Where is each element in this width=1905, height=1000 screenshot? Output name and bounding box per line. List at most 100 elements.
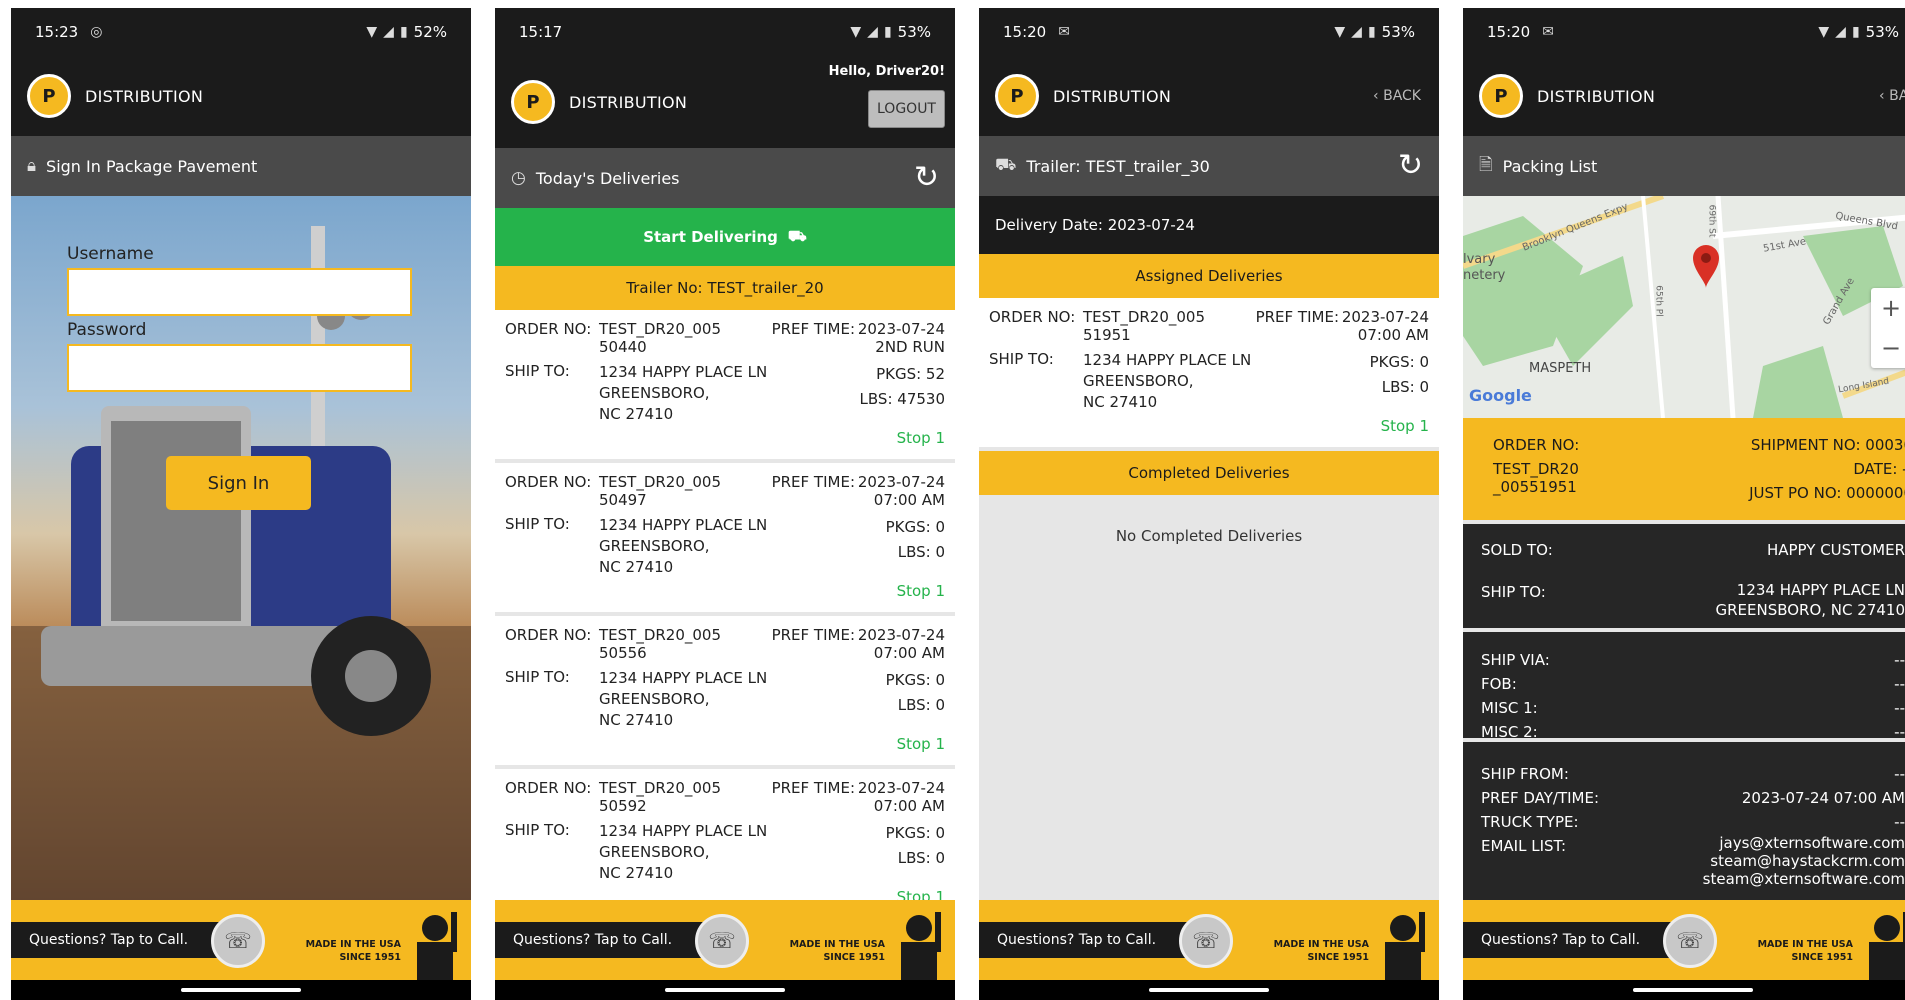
home-handle[interactable] bbox=[1149, 988, 1269, 992]
shipping-details-block: SHIP VIA: -- FOB: -- MISC 1: -- MISC 2: -- bbox=[1463, 632, 1905, 741]
ship-from-label: SHIP FROM: bbox=[1481, 765, 1569, 783]
ship-to-value: 1234 HAPPY PLACE LN GREENSBORO, NC 27410 bbox=[1715, 581, 1905, 619]
status-bar: 15:20 ✉ ▼ ◢ ▮ 53% bbox=[1463, 8, 1905, 56]
greeting: Hello, Driver20! bbox=[828, 64, 945, 79]
map-label: netery bbox=[1463, 268, 1506, 283]
pp-logo: P bbox=[511, 80, 555, 124]
status-time: 15:20 bbox=[1487, 23, 1531, 41]
home-handle[interactable] bbox=[181, 988, 301, 992]
ship-to-label: SHIP TO: bbox=[989, 350, 1054, 368]
ship-address: 1234 HAPPY PLACE LN GREENSBORO, NC 27410 bbox=[1083, 351, 1252, 411]
subheader: 🔒︎ Sign In Package Pavement bbox=[11, 136, 471, 196]
clock-icon: ◷ bbox=[511, 168, 526, 188]
pref-time: 2023-07-24 07:00 AM bbox=[857, 473, 945, 509]
notification-icon: ◎ bbox=[90, 24, 103, 40]
wifi-icon: ▼ bbox=[1334, 24, 1346, 40]
back-button[interactable]: ‹ BACK bbox=[1879, 88, 1905, 104]
trailer-deliveries-screen: 15:20 ✉ ▼ ◢ ▮ 53% P DISTRIBUTION ‹ BACK … bbox=[979, 8, 1439, 1000]
package-stats: PKGS: 0 LBS: 0 bbox=[1369, 353, 1429, 396]
ship-via-value: -- bbox=[1894, 651, 1905, 669]
username-label: Username bbox=[67, 244, 154, 264]
sold-to-label: SOLD TO: bbox=[1481, 541, 1553, 559]
call-prompt[interactable]: Questions? Tap to Call. bbox=[495, 922, 725, 958]
truck-type-label: TRUCK TYPE: bbox=[1481, 813, 1579, 831]
order-label: ORDER NO: bbox=[1493, 436, 1580, 454]
footer-bar: Questions? Tap to Call. ☏ MADE IN THE US… bbox=[11, 900, 471, 980]
home-handle[interactable] bbox=[1633, 988, 1753, 992]
ship-address: 1234 HAPPY PLACE LN GREENSBORO, NC 27410 bbox=[599, 516, 768, 576]
truck-icon: ⛟ bbox=[787, 227, 807, 245]
trailer-header: Trailer No: TEST_trailer_20 bbox=[495, 266, 955, 310]
worker-mascot-icon bbox=[417, 912, 457, 980]
call-prompt[interactable]: Questions? Tap to Call. bbox=[979, 922, 1209, 958]
app-title: DISTRIBUTION bbox=[1537, 86, 1656, 106]
subheader: ⛟ Trailer: TEST_trailer_30 ↻ bbox=[979, 136, 1439, 196]
status-time: 15:23 bbox=[35, 23, 79, 41]
footer-bar: Questions? Tap to Call. ☏ MADE IN THE US… bbox=[1463, 900, 1905, 980]
app-title: DISTRIBUTION bbox=[85, 86, 204, 106]
order-number: TEST_DR20_005 50556 bbox=[599, 626, 722, 662]
system-nav-bar bbox=[11, 980, 471, 1000]
made-in-usa-badge: MADE IN THE USA SINCE 1951 bbox=[305, 939, 401, 963]
misc2-label: MISC 2: bbox=[1481, 723, 1538, 741]
app-header: P DISTRIBUTION ‹ BACK bbox=[979, 56, 1439, 136]
order-label: ORDER NO: bbox=[505, 320, 592, 338]
pref-time: 2023-07-24 07:00 AM bbox=[857, 626, 945, 662]
phone-icon[interactable]: ☏ bbox=[1663, 914, 1717, 968]
phone-icon[interactable]: ☏ bbox=[211, 914, 265, 968]
delivery-card[interactable]: ORDER NO: TEST_DR20_005 50556 PREF TIME: 20… bbox=[495, 616, 955, 769]
call-prompt[interactable]: Questions? Tap to Call. bbox=[11, 922, 241, 958]
home-handle[interactable] bbox=[665, 988, 785, 992]
subheader-title: Trailer: TEST_trailer_30 bbox=[1026, 156, 1210, 176]
made-in-usa-badge: MADE IN THE USA SINCE 1951 bbox=[789, 939, 885, 963]
pref-time-label: PREF TIME: bbox=[771, 473, 855, 491]
zoom-out-icon[interactable]: − bbox=[1871, 328, 1905, 368]
zoom-in-icon[interactable]: + bbox=[1871, 288, 1905, 328]
pref-day-value: 2023-07-24 07:00 AM bbox=[1741, 789, 1905, 807]
pref-time: 2023-07-24 07:00 AM bbox=[857, 779, 945, 815]
refresh-icon[interactable]: ↻ bbox=[1398, 151, 1423, 181]
truck-type-value: -- bbox=[1894, 813, 1905, 831]
order-number: TEST_DR20 _00551951 bbox=[1493, 460, 1579, 496]
worker-mascot-icon bbox=[901, 912, 941, 980]
order-number: TEST_DR20_005 51951 bbox=[1083, 308, 1206, 344]
back-button[interactable]: ‹ BACK bbox=[1373, 88, 1421, 104]
refresh-icon[interactable]: ↻ bbox=[914, 163, 939, 193]
call-prompt[interactable]: Questions? Tap to Call. bbox=[1463, 922, 1693, 958]
email-list-value: jays@xternsoftware.com steam@haystackcrm.… bbox=[1702, 834, 1905, 888]
sign-in-button[interactable]: Sign In bbox=[166, 456, 311, 510]
truck-icon: ⛟ bbox=[995, 155, 1017, 175]
delivery-card[interactable]: ORDER NO: TEST_DR20_005 50440 PREF TIME: 20… bbox=[495, 310, 955, 463]
logout-button[interactable]: LOGOUT bbox=[868, 90, 945, 128]
ship-address: 1234 HAPPY PLACE LN GREENSBORO, NC 27410 bbox=[599, 363, 768, 423]
subheader: 🗎 Packing List ↻ bbox=[1463, 136, 1905, 196]
phone-icon[interactable]: ☏ bbox=[695, 914, 749, 968]
stop-number: Stop 1 bbox=[1380, 417, 1429, 435]
battery-icon: ▮ bbox=[883, 24, 892, 40]
map-view[interactable]: Brooklyn Queens Expy Queens Blvd 51st Av… bbox=[1463, 196, 1905, 418]
status-bar: 15:20 ✉ ▼ ◢ ▮ 53% bbox=[979, 8, 1439, 56]
battery-level: 53% bbox=[1381, 23, 1415, 41]
start-delivering-button[interactable]: Start Delivering ⛟ bbox=[495, 208, 955, 266]
mail-icon: ✉ bbox=[1542, 24, 1554, 40]
password-label: Password bbox=[67, 320, 147, 340]
truck-background-image: Username Password Sign In bbox=[11, 196, 471, 900]
status-time: 15:20 bbox=[1003, 23, 1047, 41]
battery-level: 53% bbox=[897, 23, 931, 41]
signal-icon: ◢ bbox=[383, 24, 394, 40]
package-stats: PKGS: 0 LBS: 0 bbox=[885, 671, 945, 714]
delivery-card[interactable]: ORDER NO: TEST_DR20_005 50497 PREF TIME: 20… bbox=[495, 463, 955, 616]
password-input[interactable] bbox=[67, 344, 412, 392]
delivery-card[interactable]: ORDER NO: TEST_DR20_005 51951 PREF TIME: 20… bbox=[979, 298, 1439, 451]
pref-time-label: PREF TIME: bbox=[771, 320, 855, 338]
map-label: 65th Pl bbox=[1653, 285, 1664, 317]
ship-to-label: SHIP TO: bbox=[505, 668, 570, 686]
package-stats: PKGS: 52 LBS: 47530 bbox=[859, 365, 945, 408]
phone-icon[interactable]: ☏ bbox=[1179, 914, 1233, 968]
order-number: TEST_DR20_005 50440 bbox=[599, 320, 722, 356]
fob-label: FOB: bbox=[1481, 675, 1517, 693]
ship-via-label: SHIP VIA: bbox=[1481, 651, 1550, 669]
fob-value: -- bbox=[1894, 675, 1905, 693]
username-input[interactable] bbox=[67, 268, 412, 316]
delivery-date: Delivery Date: 2023-07-24 bbox=[979, 196, 1439, 254]
